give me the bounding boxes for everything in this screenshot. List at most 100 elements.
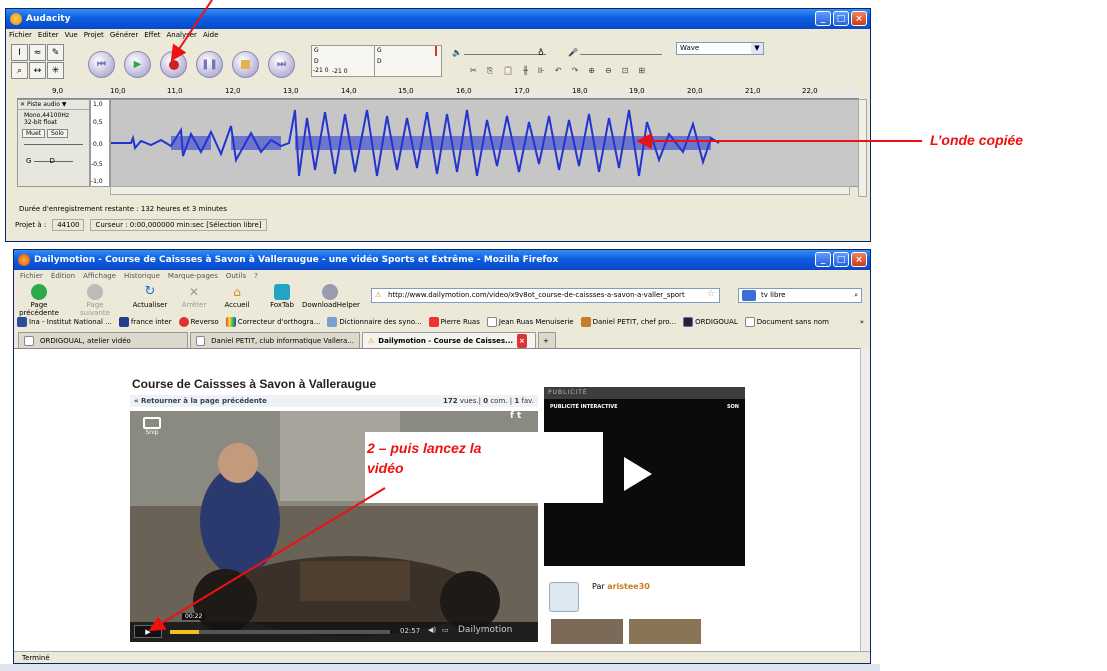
- search-engine-icon[interactable]: [742, 290, 756, 301]
- bookmark-item[interactable]: Document sans nom: [744, 317, 829, 327]
- search-icon[interactable]: ⌕: [854, 289, 858, 302]
- back-to-previous-link[interactable]: « Retourner à la page précédente: [134, 397, 267, 405]
- bookmark-item[interactable]: Correcteur d'orthogra...: [225, 317, 320, 327]
- search-box[interactable]: tv libre ⌕: [738, 288, 862, 303]
- copy-icon[interactable]: ⎘: [487, 66, 493, 78]
- paste-icon[interactable]: 📋: [503, 66, 513, 78]
- menu-editer[interactable]: Editer: [38, 31, 59, 39]
- bookmark-item[interactable]: Reverso: [178, 317, 219, 327]
- record-button[interactable]: [160, 51, 187, 78]
- address-bar[interactable]: ⚠ http://www.dailymotion.com/video/x9v8o…: [371, 288, 720, 303]
- close-tab-icon[interactable]: ×: [517, 333, 527, 348]
- foxtab-button[interactable]: FoxTab: [259, 284, 305, 311]
- redo-icon[interactable]: ↷: [572, 66, 579, 78]
- fullscreen-icon[interactable]: ▭: [442, 626, 449, 634]
- bookmark-item[interactable]: ORDIGOUAL: [683, 317, 738, 327]
- bookmark-item[interactable]: Dictionnaire des syno...: [327, 317, 422, 327]
- bookmark-item[interactable]: Jean Ruas Menuiserie: [486, 317, 574, 327]
- output-volume-slider[interactable]: [464, 54, 546, 55]
- maximize-button[interactable]: □: [833, 11, 849, 26]
- menu-vue[interactable]: Vue: [65, 31, 78, 39]
- progress-bar[interactable]: [170, 630, 390, 634]
- menu-effet[interactable]: Effet: [144, 31, 160, 39]
- menu-analyser[interactable]: Analyser: [167, 31, 197, 39]
- page-scrollbar[interactable]: [860, 348, 870, 654]
- maximize-button[interactable]: □: [833, 252, 849, 267]
- view-mode-select[interactable]: Wave ▼: [676, 42, 764, 55]
- bookmark-item[interactable]: Ina - Institut National ...: [17, 317, 112, 327]
- ad-play-icon[interactable]: [624, 457, 652, 491]
- volume-thumb-icon[interactable]: ♁: [538, 48, 544, 57]
- silence-icon[interactable]: ⊪: [538, 66, 545, 78]
- menu-affichage[interactable]: Affichage: [83, 272, 116, 280]
- forward-button[interactable]: Page suivante: [72, 284, 118, 317]
- thumbnail[interactable]: [629, 619, 701, 644]
- selection-tool-icon[interactable]: I: [11, 44, 28, 61]
- reload-button[interactable]: ↻ Actualiser: [127, 284, 173, 311]
- stop-button[interactable]: ✕ Arrêter: [171, 284, 217, 311]
- horizontal-scrollbar[interactable]: [110, 186, 850, 195]
- firefox-titlebar[interactable]: Dailymotion - Course de Caissses à Savon…: [14, 250, 870, 270]
- menu-generer[interactable]: Générer: [110, 31, 138, 39]
- menu-marque-pages[interactable]: Marque-pages: [168, 272, 218, 280]
- menu-fichier[interactable]: Fichier: [9, 31, 32, 39]
- mute-button[interactable]: Muet: [22, 129, 46, 138]
- solo-button[interactable]: Solo: [47, 129, 68, 138]
- skip-end-button[interactable]: ⏭: [268, 51, 295, 78]
- cut-icon[interactable]: ✂: [470, 66, 477, 78]
- pause-button[interactable]: ❚❚: [196, 51, 223, 78]
- fit-project-icon[interactable]: ⊞: [638, 66, 645, 78]
- menu-aide[interactable]: Aide: [203, 31, 218, 39]
- vertical-scrollbar[interactable]: [858, 99, 867, 197]
- snap-button[interactable]: Snip: [138, 417, 166, 441]
- skip-start-button[interactable]: ⏮: [88, 51, 115, 78]
- tab-ordigoual[interactable]: ORDIGOUAL, atelier vidéo: [18, 332, 188, 348]
- tab-daniel-petit[interactable]: Daniel PETIT, club informatique Vallera.…: [190, 332, 360, 348]
- share-icon[interactable]: f t: [510, 411, 521, 421]
- minimize-button[interactable]: _: [815, 11, 831, 26]
- new-tab-button[interactable]: +: [538, 332, 556, 348]
- timeshift-tool-icon[interactable]: ↔: [29, 62, 46, 79]
- tab-dailymotion[interactable]: ⚠ Dailymotion - Course de Caisses... ×: [362, 332, 536, 348]
- bookmark-star-icon[interactable]: ☆: [707, 289, 715, 299]
- author-link[interactable]: aristee30: [607, 582, 650, 591]
- undo-icon[interactable]: ↶: [555, 66, 562, 78]
- menu-edition[interactable]: Édition: [51, 272, 75, 280]
- envelope-tool-icon[interactable]: ≈: [29, 44, 46, 61]
- menu-aide[interactable]: ?: [254, 272, 258, 280]
- zoom-in-icon[interactable]: ⊕: [588, 66, 595, 78]
- stop-button[interactable]: [232, 51, 259, 78]
- bookmark-item[interactable]: Daniel PETIT, chef pro...: [580, 317, 676, 327]
- menu-outils[interactable]: Outils: [226, 272, 246, 280]
- minimize-button[interactable]: _: [815, 252, 831, 267]
- chevron-down-icon[interactable]: ▼: [62, 101, 67, 108]
- close-track-icon[interactable]: ✕: [20, 101, 25, 108]
- play-button[interactable]: ▶: [134, 625, 162, 638]
- project-rate-field[interactable]: 44100: [52, 219, 85, 231]
- downloadhelper-button[interactable]: DownloadHelper: [302, 284, 360, 311]
- ad-sound-toggle[interactable]: SON: [727, 404, 739, 410]
- bookmark-item[interactable]: Pierre Ruas: [428, 317, 480, 327]
- back-button[interactable]: Page précédente: [16, 284, 62, 317]
- play-button[interactable]: ▶: [124, 51, 151, 78]
- trim-icon[interactable]: ╫: [523, 66, 528, 78]
- fit-selection-icon[interactable]: ⊡: [622, 66, 629, 78]
- audacity-titlebar[interactable]: Audacity _ □ ×: [6, 9, 870, 29]
- draw-tool-icon[interactable]: ✎: [47, 44, 64, 61]
- volume-icon[interactable]: ◀): [428, 626, 436, 634]
- close-button[interactable]: ×: [851, 252, 867, 267]
- waveform-track[interactable]: [110, 99, 862, 187]
- menu-fichier[interactable]: Fichier: [20, 272, 43, 280]
- input-volume-slider[interactable]: [580, 54, 662, 55]
- close-button[interactable]: ×: [851, 11, 867, 26]
- zoom-out-icon[interactable]: ⊖: [605, 66, 612, 78]
- avatar[interactable]: [549, 582, 579, 612]
- more-bookmarks-icon[interactable]: »: [860, 318, 864, 326]
- thumbnail[interactable]: [551, 619, 623, 644]
- home-button[interactable]: ⌂ Accueil: [214, 284, 260, 311]
- zoom-tool-icon[interactable]: ⌕: [11, 62, 28, 79]
- timeline-ruler[interactable]: 9,0 10,0 11,0 12,0 13,0 14,0 15,0 16,0 1…: [17, 86, 859, 99]
- multi-tool-icon[interactable]: ✳: [47, 62, 64, 79]
- menu-historique[interactable]: Historique: [124, 272, 160, 280]
- bookmark-item[interactable]: france inter: [118, 317, 172, 327]
